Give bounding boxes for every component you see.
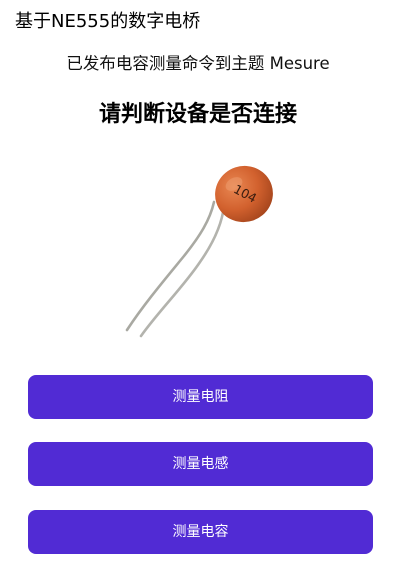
- measure-capacitance-button[interactable]: 测量电容: [28, 510, 373, 554]
- measure-inductance-button[interactable]: 测量电感: [28, 442, 373, 486]
- capacitor-lead-right: [139, 204, 226, 338]
- capacitor-image: 104: [125, 165, 273, 338]
- app-title: 基于NE555的数字电桥: [15, 11, 201, 32]
- capacitor-lead-left: [125, 200, 216, 332]
- status-message: 已发布电容测量命令到主题 Mesure: [66, 54, 330, 73]
- connection-prompt: 请判断设备是否连接: [98, 102, 297, 127]
- measure-resistance-button[interactable]: 测量电阻: [28, 375, 373, 419]
